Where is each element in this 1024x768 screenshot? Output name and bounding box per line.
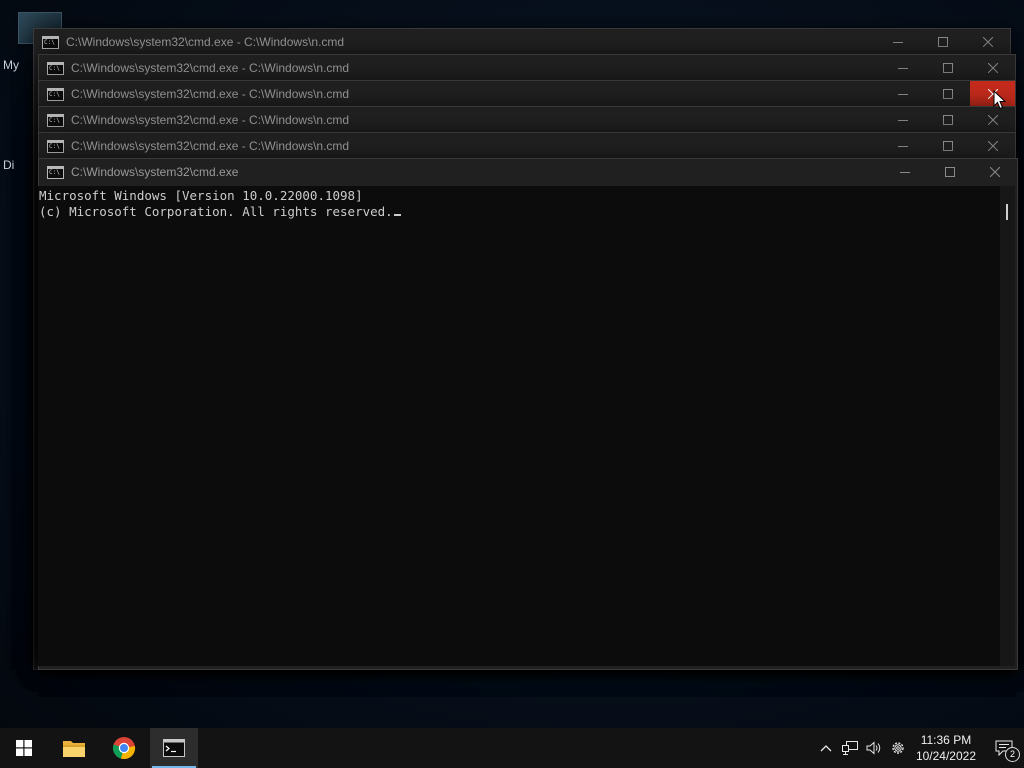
window-titlebar[interactable]: C:\Windows\system32\cmd.exe <box>39 159 1017 185</box>
gear-icon <box>892 742 904 754</box>
command-prompt-button[interactable] <box>150 728 198 768</box>
close-button[interactable] <box>970 107 1015 133</box>
minimize-button[interactable] <box>880 107 925 133</box>
network-button[interactable] <box>838 728 862 768</box>
vertical-scrollbar[interactable] <box>1000 186 1015 666</box>
volume-button[interactable] <box>862 728 886 768</box>
command-prompt-icon <box>47 61 64 75</box>
desktop-icon-label: My <box>3 58 19 72</box>
network-icon <box>841 741 858 755</box>
maximize-button[interactable] <box>925 133 970 159</box>
clock-date: 10/24/2022 <box>915 749 976 763</box>
window-titlebar[interactable]: C:\Windows\system32\cmd.exe - C:\Windows… <box>39 133 1015 159</box>
command-prompt-icon <box>163 739 185 757</box>
window-title: C:\Windows\system32\cmd.exe - C:\Windows… <box>71 113 350 127</box>
minimize-button[interactable] <box>880 133 925 159</box>
window-titlebar[interactable]: C:\Windows\system32\cmd.exe - C:\Windows… <box>39 55 1015 81</box>
chevron-up-icon <box>820 745 832 752</box>
window-title: C:\Windows\system32\cmd.exe - C:\Windows… <box>71 139 350 153</box>
minimize-button[interactable] <box>880 81 925 107</box>
close-button[interactable] <box>970 55 1015 81</box>
clock[interactable]: 11:36 PM 10/24/2022 <box>910 732 984 764</box>
chrome-icon <box>112 737 136 760</box>
command-prompt-icon <box>47 139 64 153</box>
file-explorer-icon <box>63 741 85 757</box>
file-explorer-button[interactable] <box>50 728 98 768</box>
speaker-icon <box>866 741 881 755</box>
minimize-button[interactable] <box>875 29 920 55</box>
command-prompt-icon <box>47 87 64 101</box>
maximize-button[interactable] <box>927 159 972 185</box>
window-titlebar[interactable]: C:\Windows\system32\cmd.exe - C:\Windows… <box>34 29 1010 55</box>
taskbar: 11:36 PM 10/24/2022 2 <box>0 728 1024 768</box>
chrome-button[interactable] <box>100 728 148 768</box>
maximize-button[interactable] <box>920 29 965 55</box>
settings-button[interactable] <box>886 728 910 768</box>
maximize-button[interactable] <box>925 107 970 133</box>
console-output[interactable]: Microsoft Windows [Version 10.0.22000.10… <box>38 186 1000 666</box>
close-button[interactable] <box>965 29 1010 55</box>
desktop-icon-label: Di <box>3 158 15 172</box>
text-cursor <box>393 214 401 216</box>
start-button[interactable] <box>0 728 48 768</box>
window-title: C:\Windows\system32\cmd.exe - C:\Windows… <box>71 87 350 101</box>
command-prompt-icon <box>42 35 59 49</box>
windows-start-icon <box>16 740 32 756</box>
maximize-button[interactable] <box>925 81 970 107</box>
command-prompt-icon <box>47 165 64 179</box>
minimize-button[interactable] <box>880 55 925 81</box>
maximize-button[interactable] <box>925 55 970 81</box>
window-titlebar[interactable]: C:\Windows\system32\cmd.exe - C:\Windows… <box>39 107 1015 133</box>
show-hidden-icons-button[interactable] <box>814 728 838 768</box>
command-prompt-icon <box>47 113 64 127</box>
console-line: (c) Microsoft Corporation. All rights re… <box>39 204 393 219</box>
window-title: C:\Windows\system32\cmd.exe - C:\Windows… <box>71 61 350 75</box>
notification-center-button[interactable]: 2 <box>984 728 1024 768</box>
console-line: Microsoft Windows [Version 10.0.22000.10… <box>39 188 363 203</box>
mouse-pointer-icon <box>993 90 1007 110</box>
minimize-button[interactable] <box>882 159 927 185</box>
window-title: C:\Windows\system32\cmd.exe - C:\Windows… <box>66 35 345 49</box>
notification-count-badge: 2 <box>1005 747 1020 762</box>
window-title: C:\Windows\system32\cmd.exe <box>71 165 239 179</box>
window-titlebar[interactable]: C:\Windows\system32\cmd.exe - C:\Windows… <box>39 81 1015 107</box>
close-button[interactable] <box>972 159 1017 185</box>
close-button[interactable] <box>970 133 1015 159</box>
system-tray: 11:36 PM 10/24/2022 2 <box>814 728 1024 768</box>
clock-time: 11:36 PM <box>920 733 972 747</box>
scrollbar-thumb[interactable] <box>1006 204 1008 220</box>
